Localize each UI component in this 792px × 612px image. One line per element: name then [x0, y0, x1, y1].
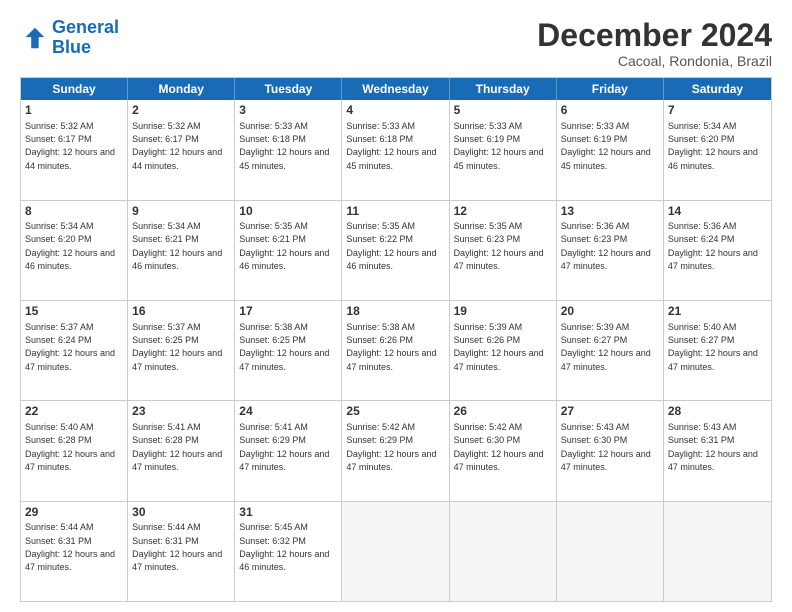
month-title: December 2024	[537, 18, 772, 53]
cal-cell-30: 30Sunrise: 5:44 AMSunset: 6:31 PMDayligh…	[128, 502, 235, 601]
header-wednesday: Wednesday	[342, 78, 449, 100]
cal-cell-6: 6Sunrise: 5:33 AMSunset: 6:19 PMDaylight…	[557, 100, 664, 199]
cal-cell-25: 25Sunrise: 5:42 AMSunset: 6:29 PMDayligh…	[342, 401, 449, 500]
cal-cell-9: 9Sunrise: 5:34 AMSunset: 6:21 PMDaylight…	[128, 201, 235, 300]
header-friday: Friday	[557, 78, 664, 100]
logo-text: General Blue	[52, 18, 119, 58]
cal-cell-7: 7Sunrise: 5:34 AMSunset: 6:20 PMDaylight…	[664, 100, 771, 199]
cal-cell-27: 27Sunrise: 5:43 AMSunset: 6:30 PMDayligh…	[557, 401, 664, 500]
calendar-row-5: 29Sunrise: 5:44 AMSunset: 6:31 PMDayligh…	[21, 501, 771, 601]
header-saturday: Saturday	[664, 78, 771, 100]
cal-cell-28: 28Sunrise: 5:43 AMSunset: 6:31 PMDayligh…	[664, 401, 771, 500]
cal-cell-24: 24Sunrise: 5:41 AMSunset: 6:29 PMDayligh…	[235, 401, 342, 500]
cal-cell-empty	[664, 502, 771, 601]
cal-cell-2: 2Sunrise: 5:32 AMSunset: 6:17 PMDaylight…	[128, 100, 235, 199]
cal-cell-empty	[450, 502, 557, 601]
cal-cell-3: 3Sunrise: 5:33 AMSunset: 6:18 PMDaylight…	[235, 100, 342, 199]
calendar: Sunday Monday Tuesday Wednesday Thursday…	[20, 77, 772, 602]
header-tuesday: Tuesday	[235, 78, 342, 100]
cal-cell-empty	[557, 502, 664, 601]
cal-cell-18: 18Sunrise: 5:38 AMSunset: 6:26 PMDayligh…	[342, 301, 449, 400]
cal-cell-1: 1Sunrise: 5:32 AMSunset: 6:17 PMDaylight…	[21, 100, 128, 199]
cal-cell-26: 26Sunrise: 5:42 AMSunset: 6:30 PMDayligh…	[450, 401, 557, 500]
cal-cell-31: 31Sunrise: 5:45 AMSunset: 6:32 PMDayligh…	[235, 502, 342, 601]
cal-cell-21: 21Sunrise: 5:40 AMSunset: 6:27 PMDayligh…	[664, 301, 771, 400]
header-thursday: Thursday	[450, 78, 557, 100]
cal-cell-8: 8Sunrise: 5:34 AMSunset: 6:20 PMDaylight…	[21, 201, 128, 300]
calendar-body: 1Sunrise: 5:32 AMSunset: 6:17 PMDaylight…	[21, 100, 771, 601]
cal-cell-15: 15Sunrise: 5:37 AMSunset: 6:24 PMDayligh…	[21, 301, 128, 400]
header: General Blue December 2024 Cacoal, Rondo…	[20, 18, 772, 69]
cal-cell-5: 5Sunrise: 5:33 AMSunset: 6:19 PMDaylight…	[450, 100, 557, 199]
calendar-row-2: 8Sunrise: 5:34 AMSunset: 6:20 PMDaylight…	[21, 200, 771, 300]
logo-line1: General	[52, 17, 119, 37]
cal-cell-10: 10Sunrise: 5:35 AMSunset: 6:21 PMDayligh…	[235, 201, 342, 300]
header-sunday: Sunday	[21, 78, 128, 100]
logo-line2: Blue	[52, 37, 91, 57]
logo-icon	[20, 24, 48, 52]
page: General Blue December 2024 Cacoal, Rondo…	[0, 0, 792, 612]
cal-cell-4: 4Sunrise: 5:33 AMSunset: 6:18 PMDaylight…	[342, 100, 449, 199]
cal-cell-11: 11Sunrise: 5:35 AMSunset: 6:22 PMDayligh…	[342, 201, 449, 300]
logo: General Blue	[20, 18, 119, 58]
cal-cell-14: 14Sunrise: 5:36 AMSunset: 6:24 PMDayligh…	[664, 201, 771, 300]
title-block: December 2024 Cacoal, Rondonia, Brazil	[537, 18, 772, 69]
cal-cell-17: 17Sunrise: 5:38 AMSunset: 6:25 PMDayligh…	[235, 301, 342, 400]
calendar-row-4: 22Sunrise: 5:40 AMSunset: 6:28 PMDayligh…	[21, 400, 771, 500]
cal-cell-22: 22Sunrise: 5:40 AMSunset: 6:28 PMDayligh…	[21, 401, 128, 500]
cal-cell-16: 16Sunrise: 5:37 AMSunset: 6:25 PMDayligh…	[128, 301, 235, 400]
cal-cell-19: 19Sunrise: 5:39 AMSunset: 6:26 PMDayligh…	[450, 301, 557, 400]
cal-cell-13: 13Sunrise: 5:36 AMSunset: 6:23 PMDayligh…	[557, 201, 664, 300]
cal-cell-23: 23Sunrise: 5:41 AMSunset: 6:28 PMDayligh…	[128, 401, 235, 500]
cal-cell-12: 12Sunrise: 5:35 AMSunset: 6:23 PMDayligh…	[450, 201, 557, 300]
cal-cell-29: 29Sunrise: 5:44 AMSunset: 6:31 PMDayligh…	[21, 502, 128, 601]
calendar-row-1: 1Sunrise: 5:32 AMSunset: 6:17 PMDaylight…	[21, 100, 771, 199]
calendar-header: Sunday Monday Tuesday Wednesday Thursday…	[21, 78, 771, 100]
location-subtitle: Cacoal, Rondonia, Brazil	[537, 53, 772, 69]
calendar-row-3: 15Sunrise: 5:37 AMSunset: 6:24 PMDayligh…	[21, 300, 771, 400]
cal-cell-20: 20Sunrise: 5:39 AMSunset: 6:27 PMDayligh…	[557, 301, 664, 400]
cal-cell-empty	[342, 502, 449, 601]
header-monday: Monday	[128, 78, 235, 100]
